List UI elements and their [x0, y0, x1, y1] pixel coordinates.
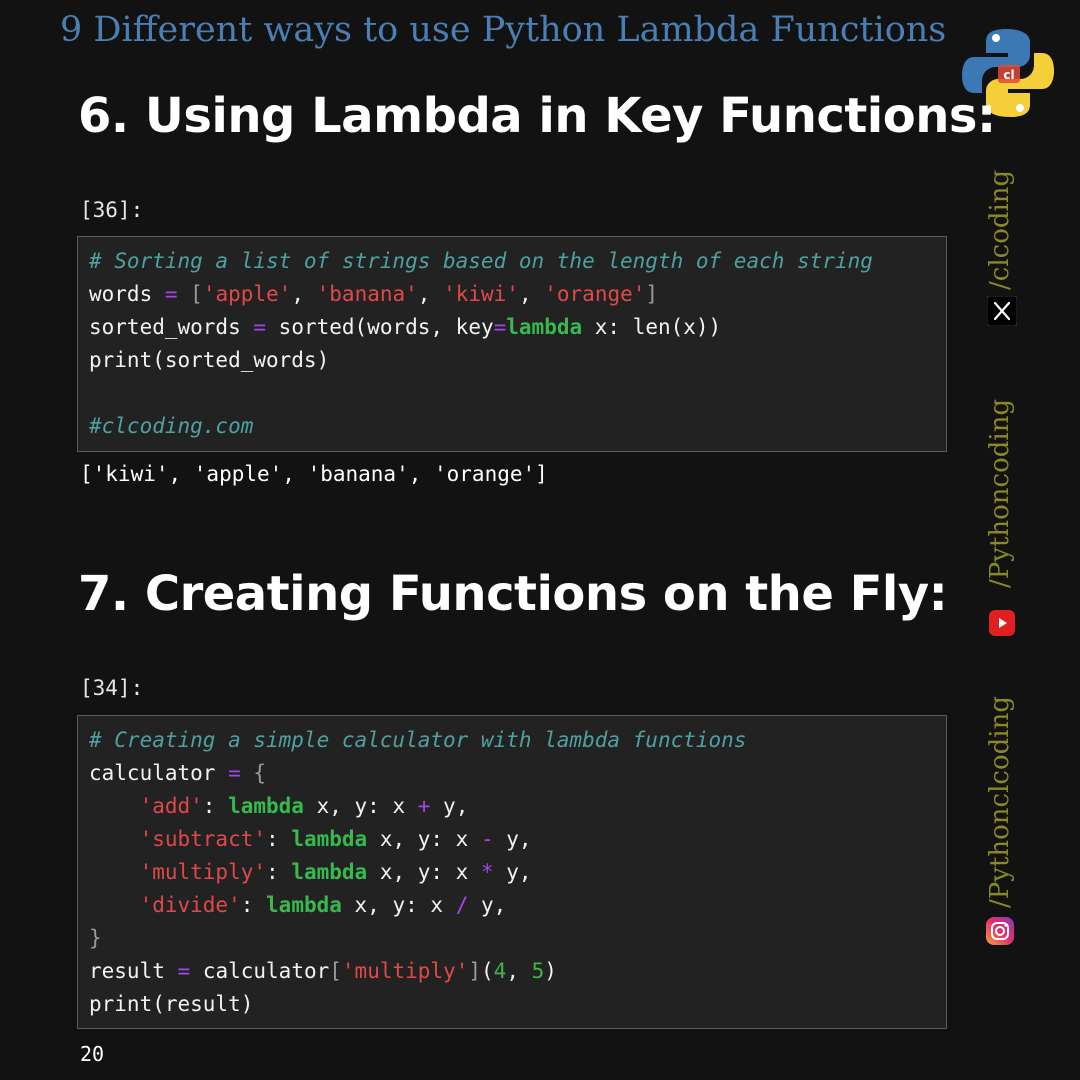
section-heading-6: 6. Using Lambda in Key Functions: — [78, 88, 996, 144]
code-line: 'divide': lambda x, y: x / y, — [139, 893, 507, 917]
svg-text:cl: cl — [1003, 68, 1014, 82]
code-comment: # Creating a simple calculator with lamb… — [89, 728, 747, 752]
youtube-handle[interactable]: /Pythoncoding — [985, 399, 1015, 588]
code-line: print(result) — [89, 992, 254, 1016]
code-comment: # Sorting a list of strings based on the… — [89, 249, 873, 273]
code-line: 'subtract': lambda x, y: x - y, — [139, 827, 532, 851]
code-line: calculator = { — [89, 761, 267, 785]
code-line: words = ['apple', 'banana', 'kiwi', 'ora… — [89, 282, 659, 306]
cell-output: ['kiwi', 'apple', 'banana', 'orange'] — [80, 462, 548, 486]
code-comment: #clcoding.com — [89, 414, 254, 438]
cell-label-34: [34]: — [80, 676, 144, 700]
page-number: 20 — [80, 1042, 105, 1066]
series-title: 9 Different ways to use Python Lambda Fu… — [60, 10, 947, 50]
x-icon[interactable] — [987, 296, 1017, 326]
code-content: # Creating a simple calculator with lamb… — [89, 724, 935, 1021]
youtube-icon[interactable] — [987, 608, 1017, 638]
code-content: # Sorting a list of strings based on the… — [89, 245, 935, 443]
section-heading-7: 7. Creating Functions on the Fly: — [78, 566, 948, 622]
code-line: 'add': lambda x, y: x + y, — [139, 794, 469, 818]
instagram-icon[interactable] — [985, 916, 1015, 946]
code-line: } — [89, 926, 102, 950]
code-line: print(sorted_words) — [89, 348, 330, 372]
x-handle[interactable]: /clcoding — [985, 170, 1015, 290]
code-line: 'multiply': lambda x, y: x * y, — [139, 860, 532, 884]
cell-label-36: [36]: — [80, 198, 144, 222]
code-line: result = calculator['multiply'](4, 5) — [89, 959, 557, 983]
code-cell-34[interactable]: # Creating a simple calculator with lamb… — [77, 715, 947, 1029]
instagram-handle[interactable]: /Pythonclcoding — [985, 696, 1015, 908]
code-line: sorted_words = sorted(words, key=lambda … — [89, 315, 722, 339]
code-cell-36[interactable]: # Sorting a list of strings based on the… — [77, 236, 947, 452]
